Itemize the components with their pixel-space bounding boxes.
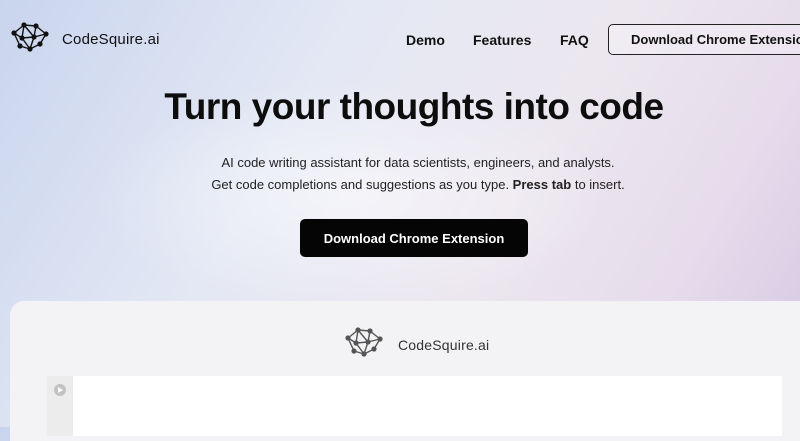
brand-name: CodeSquire.ai <box>62 31 160 48</box>
nav-link-features[interactable]: Features <box>473 32 531 48</box>
brand-logo[interactable]: CodeSquire.ai <box>10 20 160 59</box>
hero-subtitle-text: Get code completions and suggestions as … <box>211 177 513 192</box>
hero-subtitle-emphasis: Press tab <box>512 177 572 192</box>
header-download-extension-button[interactable]: Download Chrome Extension <box>608 24 800 55</box>
hero-download-extension-button[interactable]: Download Chrome Extension <box>300 219 528 257</box>
run-cell-button[interactable] <box>54 384 66 396</box>
hero-subtitle-line-1: AI code writing assistant for data scien… <box>221 155 615 170</box>
hero-subtitle-line-2: Get code completions and suggestions as … <box>0 177 800 192</box>
network-graph-icon <box>10 20 50 59</box>
demo-brand-name: CodeSquire.ai <box>398 336 490 353</box>
network-graph-icon <box>344 325 384 364</box>
nav-link-faq[interactable]: FAQ <box>560 32 589 48</box>
demo-brand-logo: CodeSquire.ai <box>344 325 489 364</box>
nav-link-demo[interactable]: Demo <box>406 32 445 48</box>
hero-title: Turn your thoughts into code <box>164 86 664 127</box>
hero-subtitle-text-end: to insert. <box>571 177 625 192</box>
code-editor[interactable] <box>47 376 782 436</box>
play-icon <box>57 387 63 393</box>
editor-gutter <box>47 376 73 436</box>
